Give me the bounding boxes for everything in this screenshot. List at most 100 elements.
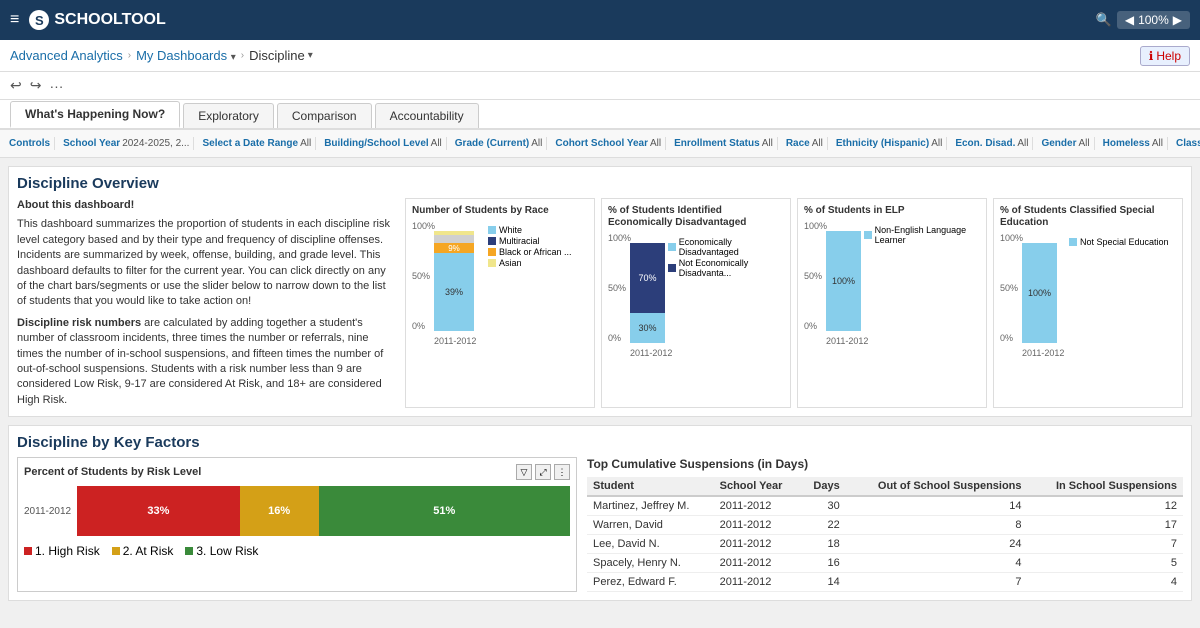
table-row[interactable]: Warren, David 2011-2012 22 8 17 [587,516,1183,535]
undo-button[interactable]: ↩ [10,77,22,94]
risk-legend: 1. High Risk 2. At Risk 3. Low Risk [24,544,570,559]
low-risk-bar: 51% [319,486,570,536]
econ-x-label: 2011-2012 [630,348,672,358]
zoom-left-icon[interactable]: ◀ [1125,13,1134,27]
nav-left: ≡ S SCHOOLTOOL [10,10,166,30]
about-title: About this dashboard! [17,199,134,211]
days: 14 [801,573,846,592]
col-in-school: In School Suspensions [1028,477,1183,496]
risk-ctrl-filter[interactable]: ▽ [516,464,532,480]
race-bar-chart: 100% 50% 0% 39% 9% [412,221,482,351]
breadcrumb-discipline[interactable]: Discipline ▾ [249,48,313,63]
zoom-right-icon[interactable]: ▶ [1173,13,1182,27]
days: 22 [801,516,846,535]
redo-button[interactable]: ↪ [30,77,42,94]
sped-bar[interactable]: 100% [1022,243,1057,343]
more-button[interactable]: ··· [49,78,63,94]
breadcrumb-advanced-analytics[interactable]: Advanced Analytics [10,48,123,63]
key-factors-grid: Percent of Students by Risk Level ▽ ⤢ ⋮ … [17,457,1183,592]
legend-low-risk: 3. Low Risk [185,544,258,558]
filter-building[interactable]: Building/School Level All [320,137,447,150]
help-icon: ℹ [1149,49,1154,63]
about-text: This dashboard summarizes the proportion… [17,217,397,309]
chart-card-race[interactable]: Number of Students by Race 100% 50% 0% [405,198,595,408]
filter-homeless[interactable]: Homeless All [1099,137,1168,150]
student-name: Warren, David [587,516,714,535]
breadcrumb-left: Advanced Analytics › My Dashboards ▾ › D… [10,48,313,63]
chart-card-sped[interactable]: % of Students Classified Special Educati… [993,198,1183,408]
suspension-table-container: Top Cumulative Suspensions (in Days) Stu… [587,457,1183,592]
elp-bar[interactable]: 100% [826,231,861,331]
search-icon[interactable]: 🔍 [1096,12,1112,28]
filter-gender[interactable]: Gender All [1037,137,1094,150]
logo-text: SCHOOLTOOL [54,11,165,29]
risk-note: Discipline risk numbers are calculated b… [17,316,397,408]
tab-whats-happening[interactable]: What's Happening Now? [10,101,180,128]
col-out-school: Out of School Suspensions [846,477,1028,496]
filter-ethnicity[interactable]: Ethnicity (Hispanic) All [832,137,947,150]
chart-econ-title: % of Students Identified Economically Di… [608,205,784,229]
main-content: Discipline Overview About this dashboard… [0,158,1200,628]
tab-comparison[interactable]: Comparison [277,103,372,128]
key-factors-title: Discipline by Key Factors [17,434,1183,451]
overview-description: About this dashboard! This dashboard sum… [17,198,397,408]
breadcrumb-my-dashboards[interactable]: My Dashboards ▾ [136,48,236,63]
filter-cohort-year[interactable]: Cohort School Year All [551,137,666,150]
filter-date-range[interactable]: Select a Date Range All [198,137,316,150]
sped-legend: Not Special Education [1069,237,1169,363]
filter-classified[interactable]: Classified Spe ▾ [1172,137,1200,150]
suspension-table: Student School Year Days Out of School S… [587,477,1183,592]
student-name: Martinez, Jeffrey M. [587,496,714,516]
econ-legend: Economically Disadvantaged Not Economica… [668,237,784,363]
key-factors-section: Discipline by Key Factors Percent of Stu… [8,425,1192,601]
filter-grade[interactable]: Grade (Current) All [451,137,548,150]
filter-controls[interactable]: Controls [5,137,55,150]
elp-x-label: 2011-2012 [826,336,868,346]
risk-ctrl-expand[interactable]: ⤢ [535,464,551,480]
risk-note-text: are calculated by adding together a stud… [17,317,383,406]
elp-legend: Non-English Language Learner [864,225,980,351]
filter-race[interactable]: Race All [782,137,828,150]
discipline-chevron: ▾ [308,50,313,61]
filter-enrollment[interactable]: Enrollment Status All [670,137,778,150]
logo-s-icon: S [29,10,49,30]
overview-title: Discipline Overview [17,175,1183,192]
tab-bar: What's Happening Now? Exploratory Compar… [0,100,1200,130]
filter-econ-disad[interactable]: Econ. Disad. All [951,137,1033,150]
risk-ctrl-more[interactable]: ⋮ [554,464,570,480]
col-year: School Year [714,477,801,496]
overview-section: Discipline Overview About this dashboard… [8,166,1192,417]
elp-bar-chart: 100% 50% 0% 100% 2011-2012 [804,221,860,351]
chart-card-econ[interactable]: % of Students Identified Economically Di… [601,198,791,408]
content-area: Discipline Overview About this dashboard… [0,158,1200,628]
chart-cards: Number of Students by Race 100% 50% 0% [405,198,1183,408]
table-row[interactable]: Spacely, Henry N. 2011-2012 16 4 5 [587,554,1183,573]
help-button[interactable]: ℹ Help [1140,46,1190,66]
out-school-susp: 8 [846,516,1028,535]
risk-stacked-bar[interactable]: 33% 16% 51% [77,486,570,536]
student-name: Lee, David N. [587,535,714,554]
zoom-percent: 100% [1138,13,1169,27]
out-school-susp: 7 [846,573,1028,592]
my-dashboards-chevron: ▾ [231,52,236,63]
filter-school-year[interactable]: School Year 2024-2025, 2... [59,137,194,150]
tab-accountability[interactable]: Accountability [375,103,479,128]
school-year: 2011-2012 [714,496,801,516]
hamburger-icon[interactable]: ≡ [10,11,19,29]
table-row[interactable]: Martinez, Jeffrey M. 2011-2012 30 14 12 [587,496,1183,516]
legend-at-risk: 2. At Risk [112,544,174,558]
chart-card-elp[interactable]: % of Students in ELP 100% 50% 0% 100% 20… [797,198,987,408]
table-row[interactable]: Perez, Edward F. 2011-2012 14 7 4 [587,573,1183,592]
race-stacked-bar[interactable]: 39% 9% [434,231,474,331]
table-row[interactable]: Lee, David N. 2011-2012 18 24 7 [587,535,1183,554]
at-risk-bar: 16% [240,486,319,536]
risk-chart-controls: ▽ ⤢ ⋮ [516,464,570,480]
breadcrumb-sep1: › [128,50,131,61]
in-school-susp: 4 [1028,573,1183,592]
out-school-susp: 24 [846,535,1028,554]
school-year: 2011-2012 [714,516,801,535]
nav-right: 🔍 ◀ 100% ▶ [1096,11,1190,29]
tab-exploratory[interactable]: Exploratory [183,103,274,128]
chart-sped-title: % of Students Classified Special Educati… [1000,205,1176,229]
econ-stacked-bar[interactable]: 30% 70% [630,243,665,343]
